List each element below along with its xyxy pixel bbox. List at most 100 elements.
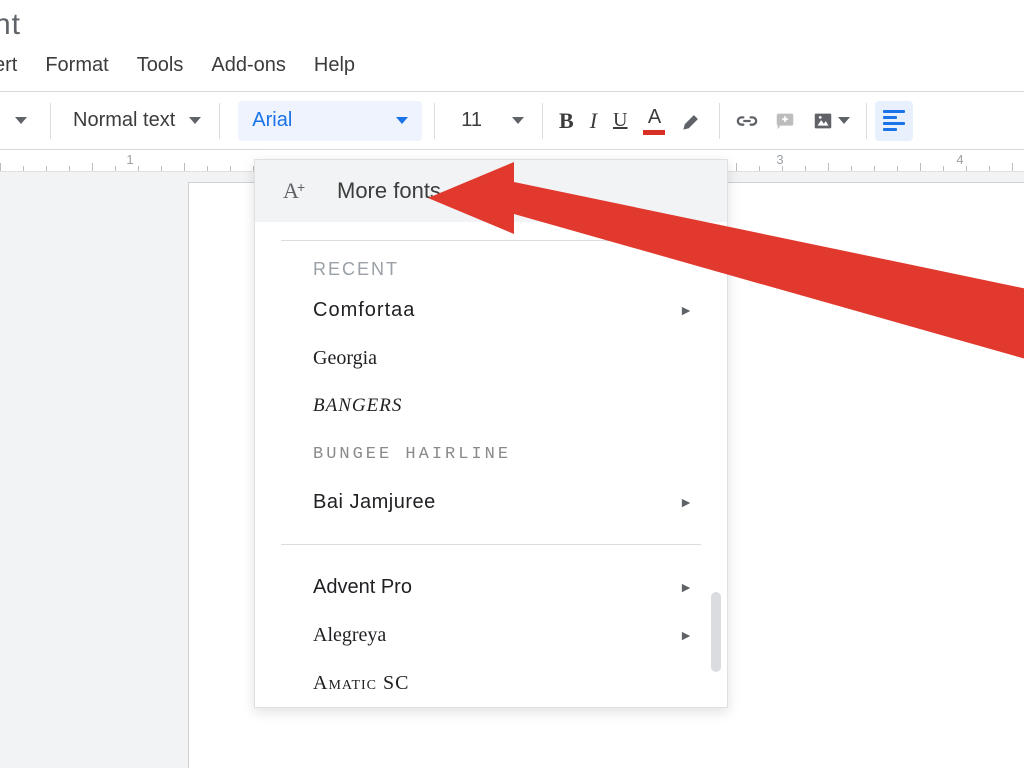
ruler-tick xyxy=(1012,163,1013,171)
more-fonts-label: More fonts xyxy=(337,178,441,204)
text-color-button[interactable]: A xyxy=(635,101,673,141)
italic-icon: I xyxy=(590,108,597,134)
ruler-tick xyxy=(943,166,944,171)
font-item[interactable]: BANGERS xyxy=(255,382,727,430)
underline-icon: U xyxy=(613,109,627,132)
font-item[interactable]: Advent Pro ► xyxy=(255,563,727,611)
image-icon xyxy=(812,110,834,132)
ruler-tick xyxy=(184,163,185,171)
ruler-tick xyxy=(966,166,967,171)
ruler-tick xyxy=(69,166,70,171)
menu-tools[interactable]: Tools xyxy=(137,54,184,77)
font-item-label: Georgia xyxy=(313,347,377,370)
chevron-down-icon xyxy=(189,117,201,124)
doc-title-fragment: nt xyxy=(0,0,1024,54)
chevron-down-icon xyxy=(15,117,27,124)
menu-format[interactable]: Format xyxy=(45,54,108,77)
ruler-tick xyxy=(138,166,139,171)
ruler-tick xyxy=(851,166,852,171)
font-size-value: 11 xyxy=(461,109,482,132)
bold-button[interactable]: B xyxy=(551,101,582,141)
font-family-menu: A + More fonts RECENT Comfortaa ► Georgia B… xyxy=(254,159,728,708)
ruler-tick xyxy=(92,163,93,171)
toolbar-separator xyxy=(719,103,720,139)
font-item[interactable]: BUNGEE HAIRLINE xyxy=(255,430,727,478)
bold-icon: B xyxy=(559,108,574,134)
font-size-select[interactable]: 11 xyxy=(443,101,534,141)
ruler-number: 3 xyxy=(776,152,783,167)
menubar: ert Format Tools Add-ons Help xyxy=(0,54,1024,92)
menu-scrollbar-thumb[interactable] xyxy=(711,592,721,672)
font-item[interactable]: Amatic SC xyxy=(255,659,727,707)
font-item-label: BANGERS xyxy=(313,395,402,417)
align-left-icon xyxy=(883,107,905,134)
link-icon xyxy=(736,110,758,132)
font-item-label: Comfortaa xyxy=(313,299,415,322)
insert-comment-button[interactable] xyxy=(766,101,804,141)
font-family-select[interactable]: Arial xyxy=(238,101,422,141)
paragraph-style-select[interactable]: Normal text xyxy=(59,101,211,141)
toolbar-separator xyxy=(542,103,543,139)
insert-link-button[interactable] xyxy=(728,101,766,141)
chevron-down-icon xyxy=(396,117,408,124)
submenu-arrow-icon: ► xyxy=(679,302,693,318)
font-add-icon: A + xyxy=(281,177,309,205)
menu-divider xyxy=(281,240,701,241)
align-left-button[interactable] xyxy=(875,101,913,141)
toolbar-separator xyxy=(219,103,220,139)
ruler-tick xyxy=(207,166,208,171)
more-fonts-item[interactable]: A + More fonts xyxy=(255,160,727,222)
ruler-tick xyxy=(897,166,898,171)
ruler-tick xyxy=(782,166,783,171)
ruler-number: 4 xyxy=(956,152,963,167)
font-family-label: Arial xyxy=(252,109,292,132)
comment-plus-icon xyxy=(774,110,796,132)
ruler-tick xyxy=(23,166,24,171)
toolbar-separator xyxy=(50,103,51,139)
menu-help[interactable]: Help xyxy=(314,54,355,77)
ruler-tick xyxy=(0,163,1,171)
chevron-down-icon xyxy=(838,117,850,124)
ruler-tick xyxy=(759,166,760,171)
font-item[interactable]: Bai Jamjuree ► xyxy=(255,478,727,526)
ruler-tick xyxy=(161,166,162,171)
chevron-down-icon xyxy=(512,117,524,124)
ruler-tick xyxy=(989,166,990,171)
font-item-label: Alegreya xyxy=(313,624,386,647)
font-item-label: Amatic SC xyxy=(313,672,409,695)
submenu-arrow-icon: ► xyxy=(679,579,693,595)
ruler-number: 1 xyxy=(126,152,133,167)
toolbar: Normal text Arial 11 B I U A xyxy=(0,92,1024,150)
toolbar-separator xyxy=(866,103,867,139)
highlighter-icon xyxy=(681,110,703,132)
ruler-tick xyxy=(230,166,231,171)
insert-image-button[interactable] xyxy=(804,101,858,141)
ruler-tick xyxy=(920,163,921,171)
text-color-icon: A xyxy=(643,107,665,135)
menu-insert[interactable]: ert xyxy=(0,54,17,77)
ruler-tick xyxy=(46,166,47,171)
underline-button[interactable]: U xyxy=(605,101,635,141)
ruler-tick xyxy=(828,163,829,171)
paragraph-style-label: Normal text xyxy=(73,109,175,132)
recent-section-label: RECENT xyxy=(255,259,727,286)
menu-addons[interactable]: Add-ons xyxy=(211,54,286,77)
font-item[interactable]: Alegreya ► xyxy=(255,611,727,659)
submenu-arrow-icon: ► xyxy=(679,494,693,510)
ruler-tick xyxy=(805,166,806,171)
toolbar-separator xyxy=(434,103,435,139)
font-item[interactable]: Georgia xyxy=(255,334,727,382)
svg-text:+: + xyxy=(297,179,305,195)
font-item-label: Advent Pro xyxy=(313,576,412,599)
toolbar-overflow-left[interactable] xyxy=(0,117,42,124)
font-item-label: Bai Jamjuree xyxy=(313,491,436,514)
ruler-tick xyxy=(115,166,116,171)
font-item[interactable]: Comfortaa ► xyxy=(255,286,727,334)
highlight-color-button[interactable] xyxy=(673,101,711,141)
menu-divider xyxy=(281,544,701,545)
ruler-tick xyxy=(736,163,737,171)
font-item-label: BUNGEE HAIRLINE xyxy=(313,445,511,464)
submenu-arrow-icon: ► xyxy=(679,627,693,643)
ruler-tick xyxy=(874,166,875,171)
italic-button[interactable]: I xyxy=(582,101,605,141)
